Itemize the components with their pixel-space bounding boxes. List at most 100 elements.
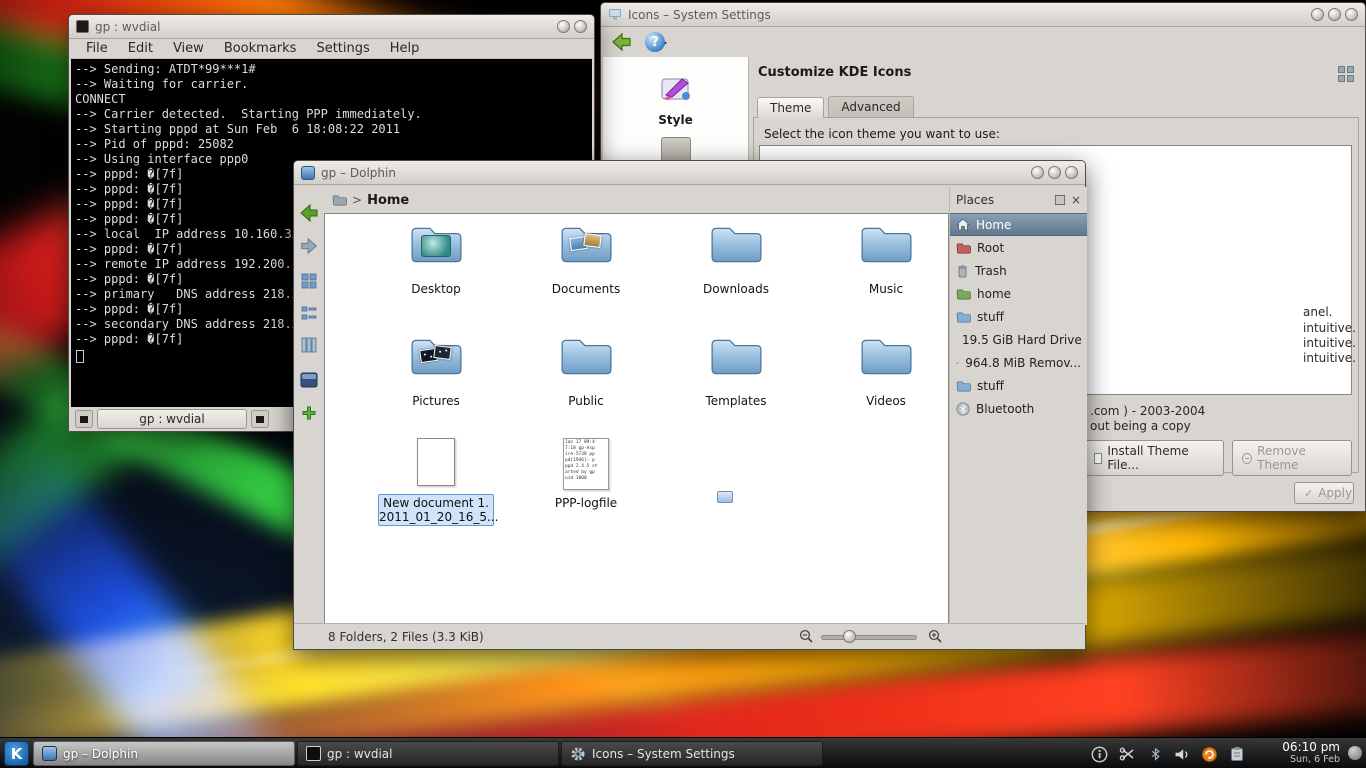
details-view-button[interactable] <box>297 333 321 357</box>
place-removable-drive[interactable]: 964.8 MiB Remov... <box>950 351 1087 374</box>
place-bluetooth[interactable]: Bluetooth <box>950 397 1087 420</box>
dolphin-minimize-button[interactable] <box>1031 166 1044 179</box>
close-panel-icon[interactable]: × <box>1071 195 1081 205</box>
folder-icon <box>409 334 463 382</box>
places-header: Places × <box>950 187 1087 213</box>
dolphin-maximize-button[interactable] <box>1048 166 1061 179</box>
help-button[interactable]: ? <box>645 32 667 52</box>
terminal-titlebar[interactable]: gp : wvdial <box>69 15 594 39</box>
detach-panel-icon[interactable] <box>1055 195 1065 205</box>
apply-button[interactable]: ✓ Apply <box>1294 482 1354 504</box>
task-wvdial[interactable]: gp : wvdial <box>297 741 559 766</box>
terminal-minimize-button[interactable] <box>557 20 570 33</box>
breadcrumb-home[interactable]: Home <box>367 193 409 208</box>
chevron-icon: > <box>352 193 362 207</box>
settings-window-icon <box>608 8 622 21</box>
plus-icon <box>301 405 317 421</box>
zoom-out-icon[interactable] <box>799 629 814 644</box>
klipper-icon[interactable] <box>1118 745 1136 763</box>
folder-downloads[interactable]: Downloads <box>661 222 811 296</box>
panel-cashew-icon[interactable] <box>1348 746 1362 760</box>
compact-view-button[interactable] <box>297 301 321 325</box>
settings-titlebar[interactable]: Icons – System Settings <box>601 3 1365 27</box>
photo-thumb <box>583 233 601 248</box>
back-icon[interactable] <box>609 31 633 53</box>
theme-list-text-fragment: intuitive. <box>1303 351 1356 365</box>
place-root[interactable]: Root <box>950 236 1087 259</box>
stray-thumbnail-icon <box>717 491 733 503</box>
new-tab-button[interactable] <box>75 410 93 428</box>
file-new-document[interactable]: New document 1. 2011_01_20_16_5... <box>361 438 511 526</box>
place-hard-drive[interactable]: 19.5 GiB Hard Drive <box>950 328 1087 351</box>
tab-theme[interactable]: Theme <box>757 97 824 118</box>
file-row: New document 1. 2011_01_20_16_5... Jan 1… <box>361 438 661 526</box>
dolphin-close-button[interactable] <box>1065 166 1078 179</box>
help-icon: ? <box>645 32 665 52</box>
clock-date: Sun, 6 Feb <box>1282 754 1340 766</box>
folder-green-icon <box>956 288 971 300</box>
volume-icon[interactable] <box>1172 745 1190 763</box>
menu-help[interactable]: Help <box>381 41 429 56</box>
folder-templates[interactable]: Templates <box>661 334 811 408</box>
clock[interactable]: 06:10 pm Sun, 6 Feb <box>1282 740 1340 766</box>
terminal-window-icon <box>76 20 89 33</box>
place-trash[interactable]: Trash <box>950 259 1087 282</box>
taskbar: K gp – Dolphin gp : wvdial Icons – Syste… <box>0 737 1366 768</box>
file-view[interactable]: Desktop Documents Downloads <box>324 213 949 625</box>
device-notifier-icon[interactable] <box>1228 745 1246 763</box>
place-home-folder[interactable]: home <box>950 282 1087 305</box>
file-row: Desktop Documents Downloads <box>361 222 961 296</box>
sidebar-item-style[interactable]: Style <box>603 57 748 127</box>
folder-pictures[interactable]: Pictures <box>361 334 511 408</box>
icons-view-icon <box>300 272 318 290</box>
updates-icon[interactable] <box>1200 745 1218 763</box>
task-system-settings[interactable]: Icons – System Settings <box>561 741 823 766</box>
menu-settings[interactable]: Settings <box>307 41 378 56</box>
bluetooth-tray-icon[interactable] <box>1146 745 1164 763</box>
settings-maximize-button[interactable] <box>1328 8 1341 21</box>
zoom-in-icon[interactable] <box>928 629 943 644</box>
menu-view[interactable]: View <box>164 41 213 56</box>
zoom-slider-handle[interactable] <box>843 630 856 643</box>
terminal-close-button[interactable] <box>574 20 587 33</box>
task-dolphin[interactable]: gp – Dolphin <box>33 741 295 766</box>
file-ppp-logfile[interactable]: Jan 17 09:4 7:18 gp-Asp ire-5738 pp pd[1… <box>511 438 661 526</box>
launcher-button[interactable]: K <box>4 741 29 766</box>
forward-button[interactable] <box>297 234 321 258</box>
notifications-icon[interactable] <box>1090 745 1108 763</box>
split-view-button[interactable] <box>297 368 321 392</box>
folder-documents[interactable]: Documents <box>511 222 661 296</box>
menu-edit[interactable]: Edit <box>119 41 162 56</box>
folder-icon <box>709 222 763 270</box>
theme-list-text-fragment: intuitive. <box>1303 321 1356 335</box>
forward-icon <box>299 236 319 256</box>
terminal-tab[interactable]: gp : wvdial <box>97 409 247 429</box>
folder-icon <box>956 380 971 392</box>
folder-public[interactable]: Public <box>511 334 661 408</box>
overview-grid-icon[interactable] <box>1337 65 1355 83</box>
breadcrumb-root-icon[interactable] <box>332 194 347 206</box>
settings-minimize-button[interactable] <box>1311 8 1324 21</box>
tab-advanced[interactable]: Advanced <box>828 96 913 117</box>
place-home[interactable]: Home <box>950 213 1087 236</box>
close-tab-button[interactable] <box>251 410 269 428</box>
place-stuff-2[interactable]: stuff <box>950 374 1087 397</box>
install-theme-button[interactable]: Install Theme File... <box>1084 440 1224 476</box>
folder-videos[interactable]: Videos <box>811 334 961 408</box>
close-tab-icon <box>255 415 265 424</box>
dolphin-titlebar[interactable]: gp – Dolphin <box>294 161 1085 185</box>
text-file-icon: Jan 17 09:4 7:18 gp-Asp ire-5738 pp pd[1… <box>559 438 613 492</box>
place-stuff[interactable]: stuff <box>950 305 1087 328</box>
folder-music[interactable]: Music <box>811 222 961 296</box>
icons-view-button[interactable] <box>297 269 321 293</box>
add-button[interactable] <box>297 401 321 425</box>
menu-bookmarks[interactable]: Bookmarks <box>215 41 306 56</box>
remove-theme-button[interactable]: Remove Theme <box>1232 440 1352 476</box>
menu-file[interactable]: File <box>77 41 117 56</box>
gear-icon <box>570 746 586 762</box>
back-button[interactable] <box>297 201 321 225</box>
zoom-slider-track[interactable] <box>821 635 917 640</box>
theme-list-text-fragment: intuitive. <box>1303 336 1356 350</box>
settings-close-button[interactable] <box>1345 8 1358 21</box>
folder-desktop[interactable]: Desktop <box>361 222 511 296</box>
